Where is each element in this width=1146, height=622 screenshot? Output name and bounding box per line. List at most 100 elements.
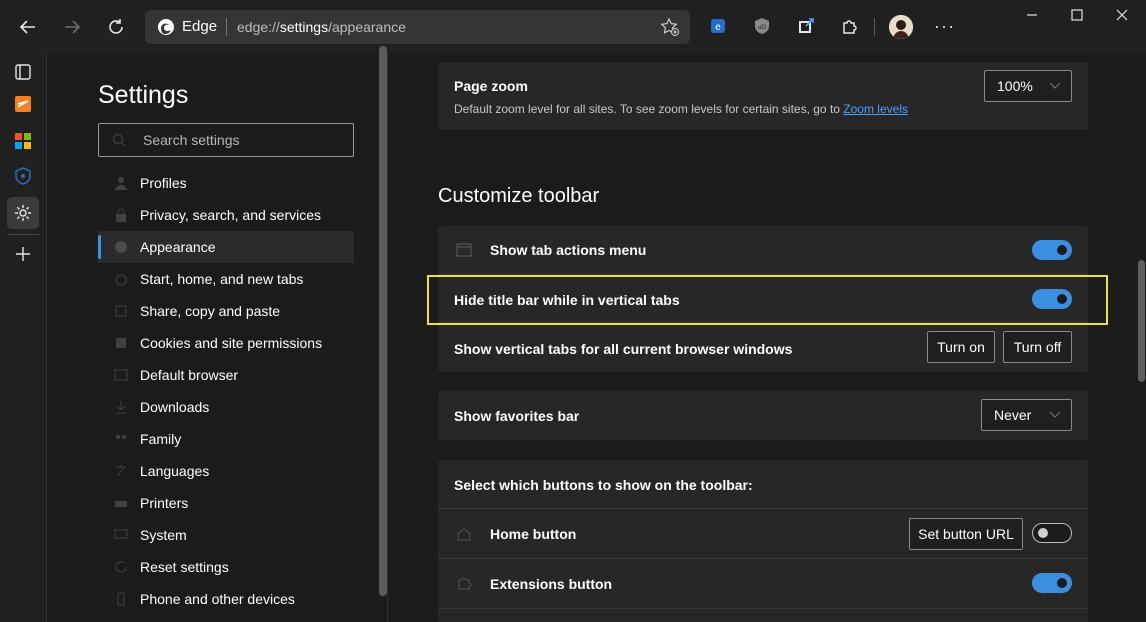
back-button[interactable]: [12, 11, 44, 43]
edge-extension-icon[interactable]: e: [708, 16, 728, 36]
favorites-bar-value: Never: [994, 407, 1032, 423]
home-button-toggle[interactable]: [1032, 523, 1072, 543]
browser-icon: [114, 369, 128, 381]
profile-avatar[interactable]: [889, 15, 913, 39]
toolbar-divider: [874, 18, 875, 36]
refresh-button[interactable]: [100, 11, 132, 43]
tab-favicon-stackexchange-icon[interactable]: [12, 93, 34, 115]
settings-search-box[interactable]: [98, 123, 354, 157]
toolbar-buttons-card: Select which buttons to show on the tool…: [438, 460, 1088, 622]
sidebar-item-system[interactable]: System: [98, 519, 354, 551]
add-favorite-icon[interactable]: [660, 17, 680, 37]
page-zoom-card: Page zoom Default zoom level for all sit…: [438, 62, 1088, 130]
chevron-down-icon: [1049, 82, 1061, 89]
tab-actions-icon[interactable]: [12, 61, 34, 83]
address-bar[interactable]: Edge edge://settings/appearance: [145, 10, 690, 44]
favorites-bar-card: Show favorites bar Never: [438, 391, 1088, 440]
svg-text:e: e: [715, 22, 721, 33]
extensions-puzzle-icon[interactable]: [840, 16, 860, 36]
page-zoom-description: Default zoom level for all sites. To see…: [454, 102, 908, 116]
sidebar-item-share[interactable]: Share, copy and paste: [98, 295, 354, 327]
cookie-icon: [116, 338, 126, 348]
person-icon: [115, 177, 127, 190]
sidebar-item-printers[interactable]: Printers: [98, 487, 354, 519]
share-extension-icon[interactable]: [796, 16, 816, 36]
tab-favicon-microsoft-icon[interactable]: [12, 130, 34, 152]
chevron-down-icon: [1049, 411, 1061, 418]
show-tab-actions-toggle[interactable]: [1032, 240, 1072, 260]
vertical-tabs-strip: [0, 54, 47, 622]
sidebar-item-reset[interactable]: Reset settings: [98, 551, 354, 583]
sidebar-item-cookies[interactable]: Cookies and site permissions: [98, 327, 354, 359]
tab-actions-menu-icon: [456, 243, 472, 257]
power-icon: [115, 274, 127, 286]
vertical-tabs-all-label: Show vertical tabs for all current brows…: [454, 341, 793, 357]
url-text: edge://settings/appearance: [237, 19, 406, 35]
zoom-levels-link[interactable]: Zoom levels: [843, 102, 908, 116]
row-divider: [438, 558, 1088, 559]
page-zoom-value: 100%: [997, 78, 1033, 94]
ublock-shield-icon[interactable]: uO: [752, 16, 772, 36]
settings-sidebar: Settings Profiles Privacy, search, and s…: [48, 46, 388, 622]
customize-toolbar-heading: Customize toolbar: [438, 185, 600, 207]
sidebar-item-profiles[interactable]: Profiles: [98, 167, 354, 199]
search-input[interactable]: [143, 124, 343, 156]
sidebar-item-start-home[interactable]: Start, home, and new tabs: [98, 263, 354, 295]
sidebar-item-phone[interactable]: Phone and other devices: [98, 583, 354, 615]
maximize-icon[interactable]: [1067, 5, 1087, 25]
more-options-icon[interactable]: ···: [934, 16, 955, 37]
turn-on-button[interactable]: Turn on: [927, 331, 995, 363]
forward-button[interactable]: [56, 11, 88, 43]
sidebar-scrollbar[interactable]: [379, 46, 387, 596]
sidebar-item-privacy[interactable]: Privacy, search, and services: [98, 199, 354, 231]
sidebar-item-languages[interactable]: Languages: [98, 455, 354, 487]
system-icon: [114, 529, 128, 539]
home-button-label: Home button: [490, 526, 577, 542]
minimize-icon[interactable]: [1022, 5, 1042, 25]
sidebar-item-default-browser[interactable]: Default browser: [98, 359, 354, 391]
set-button-url-button[interactable]: Set button URL: [909, 518, 1023, 550]
share-icon: [115, 305, 127, 317]
reset-icon: [115, 561, 127, 573]
download-icon: [116, 401, 126, 414]
edge-logo-icon: [158, 19, 174, 35]
sidebar-item-downloads[interactable]: Downloads: [98, 391, 354, 423]
search-icon: [112, 133, 126, 147]
show-tab-actions-label: Show tab actions menu: [490, 242, 647, 258]
lock-icon: [116, 208, 126, 222]
refresh-icon: [109, 19, 123, 34]
highlight-box: [427, 275, 1108, 325]
browser-brand: Edge: [182, 18, 218, 35]
content-scrollbar[interactable]: [1138, 260, 1145, 382]
address-separator: [226, 18, 227, 36]
home-icon: [457, 528, 471, 541]
vertical-tabs-divider: [8, 234, 39, 235]
profile-photo-icon: [889, 15, 913, 39]
family-icon: [116, 435, 126, 439]
phone-icon: [117, 592, 125, 606]
row-divider: [438, 508, 1088, 509]
browser-toolbar: Edge edge://settings/appearance e uO ···: [0, 0, 1146, 54]
row-divider: [438, 608, 1088, 609]
close-icon[interactable]: [1112, 5, 1132, 25]
language-icon: [116, 465, 126, 477]
settings-content: Page zoom Default zoom level for all sit…: [389, 54, 1146, 622]
favorites-bar-label: Show favorites bar: [454, 408, 580, 424]
page-zoom-dropdown[interactable]: 100%: [984, 70, 1072, 102]
toolbar-buttons-header: Select which buttons to show on the tool…: [454, 477, 753, 493]
forward-arrow-icon: [65, 20, 81, 34]
new-tab-plus-icon[interactable]: [12, 243, 34, 265]
favorites-bar-dropdown[interactable]: Never: [981, 399, 1072, 431]
sidebar-item-appearance[interactable]: Appearance: [98, 231, 354, 263]
turn-off-button[interactable]: Turn off: [1003, 331, 1072, 363]
tab-favicon-defender-icon[interactable]: [12, 165, 34, 187]
tab-settings-gear-icon[interactable]: [12, 202, 34, 224]
settings-title: Settings: [98, 81, 189, 109]
page-zoom-title: Page zoom: [454, 78, 528, 94]
settings-nav: Profiles Privacy, search, and services A…: [98, 167, 354, 615]
printer-icon: [115, 501, 127, 507]
sidebar-item-family[interactable]: Family: [98, 423, 354, 455]
extensions-button-toggle[interactable]: [1032, 573, 1072, 593]
extensions-icon: [458, 577, 472, 590]
back-arrow-icon: [19, 20, 35, 34]
